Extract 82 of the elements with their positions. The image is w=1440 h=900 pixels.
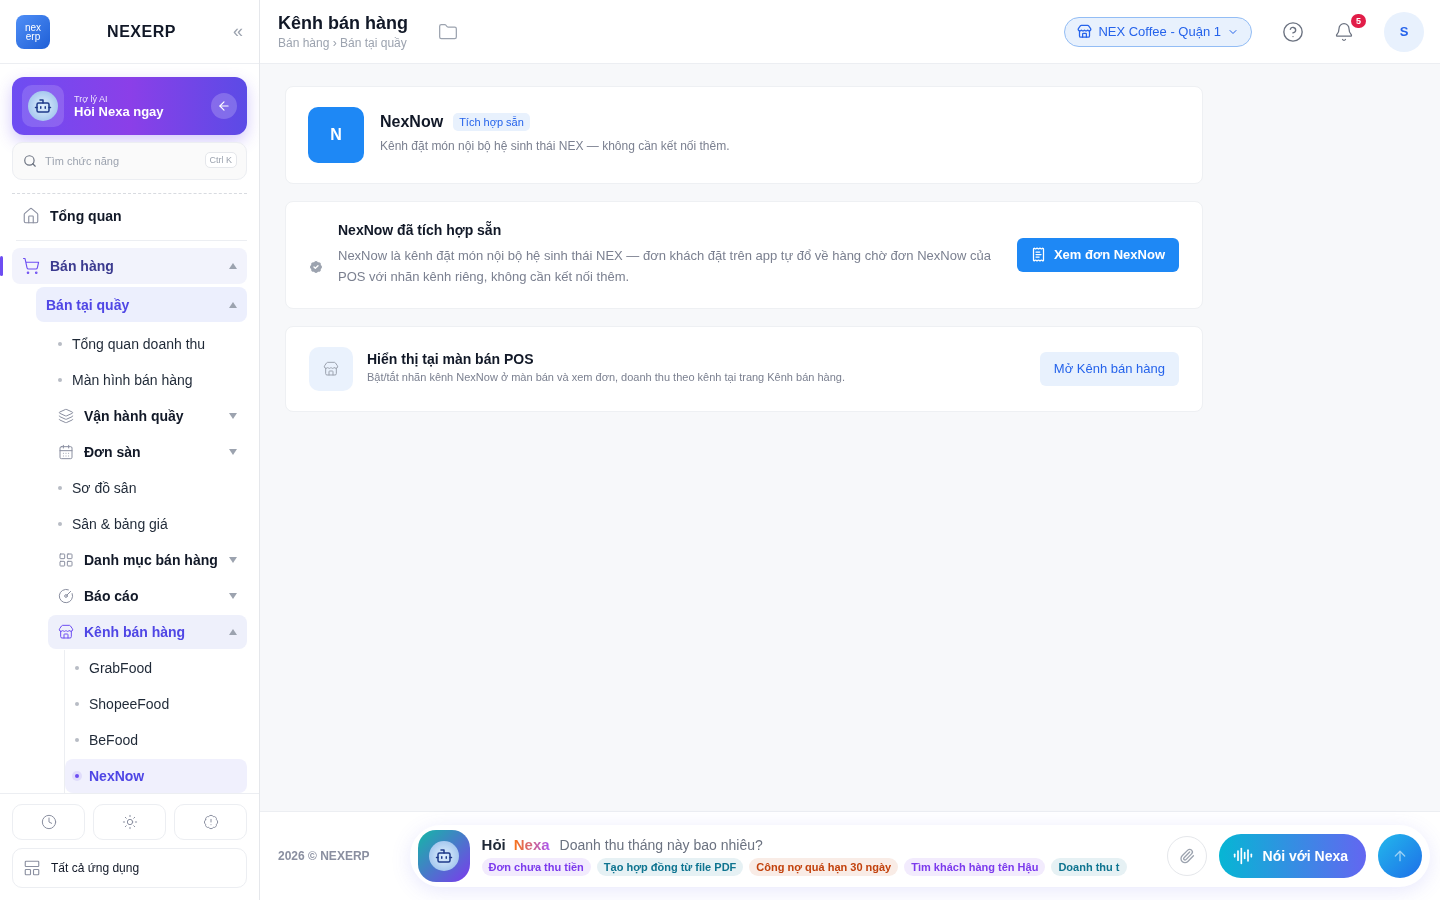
help-button[interactable] [1282,20,1304,43]
ai-caption: Trợ lý AI [74,93,109,104]
tool-button[interactable] [174,804,247,840]
search-icon [23,154,37,168]
shortcut-hint: Ctrl K [204,152,237,168]
layers-icon [58,408,74,424]
caret-up-icon [229,263,237,269]
caret-up-icon [229,629,237,635]
pos-text: Bật/tắt nhãn kênh NexNow ở màn bán và xem đơn, doanh thu theo kênh tại trang Kênh bán hàng. [367,369,846,385]
gauge-icon [58,588,74,604]
sidebar-item[interactable]: ShopeeFood [65,687,247,721]
ask-label: Hỏi [481,836,506,853]
page-title: Kênh bán hàng [278,13,408,34]
sidebar-item[interactable]: Sân & bảng giá [48,507,247,541]
sidebar-item[interactable]: Báo cáo [48,579,247,613]
channel-name: NexNow [380,113,444,132]
sidebar-item[interactable]: GrabFood [65,651,247,685]
suggestion-chip[interactable]: Tìm khách hàng tên Hậu [904,858,1046,876]
open-channels-button[interactable]: Mở Kênh bán hàng [1039,351,1179,386]
sidebar-item[interactable]: Bán tại quầy [36,287,247,322]
attach-button[interactable] [1166,836,1207,876]
caret-down-icon [229,449,237,455]
apps-icon [23,859,41,877]
ai-title: Hỏi Nexa ngay [74,103,165,119]
clock-icon [40,814,57,830]
store-icon [309,346,353,391]
active-marker [0,256,3,276]
notification-count: 5 [1351,13,1366,28]
brand-name: NEXERP [106,22,177,41]
send-button[interactable] [1378,834,1422,878]
logo: nex erp [16,14,50,49]
sidebar-item[interactable]: Kênh bán hàng [48,615,247,649]
suggestion-chip[interactable]: Đơn chưa thu tiền [481,858,591,876]
sidebar-item[interactable]: Tổng quan [12,198,247,234]
sidebar-item[interactable]: Tổng quan doanh thu [48,327,247,361]
sidebar-item[interactable]: Đơn sàn [48,435,247,469]
view-orders-button[interactable]: Xem đơn NexNow [1016,237,1179,272]
status-text: NexNow là kênh đặt món nội bộ hệ sinh thái NEX — đơn khách đặt trên app tự đổ về hàng chờ đơn NexNow của POS với nhãn kênh riêng, không cần kết nối thêm. [338,247,992,286]
receipt-icon [1030,247,1046,263]
grid-icon [58,552,74,568]
house-icon [22,207,40,225]
all-apps-button[interactable]: Tất cả ứng dụng [12,848,247,888]
check-badge-icon [308,258,324,275]
breadcrumb: Bán hàng › Bán tại quầy [278,36,408,50]
sun-icon [121,814,138,830]
channel-logo: N [308,107,364,163]
pos-title: Hiển thị tại màn bán POS [367,350,535,367]
robot-avatar [417,830,470,882]
copyright: 2026 © NEXERP [278,849,370,863]
caret-down-icon [229,413,237,419]
caret-up-icon [229,301,237,308]
robot-icon [28,91,58,121]
calendar-icon [58,444,74,460]
status-tag: Tích hợp sẵn [453,113,530,132]
notification-button[interactable] [1334,21,1354,42]
channel-description: Kênh đặt món nội bộ hệ sinh thái NEX — không cần kết nối thêm. [380,138,731,156]
waveform-icon [1232,846,1253,866]
folder-icon[interactable] [438,21,458,42]
sidebar-item[interactable]: Sơ đồ sân [48,471,247,505]
sidebar-item[interactable]: BeFood [65,723,247,757]
sidebar-item[interactable]: Màn hình bán hàng [48,363,247,397]
cart-icon [22,257,40,275]
tool-button[interactable] [12,804,85,840]
alert-icon [202,814,219,830]
store-icon [1077,24,1093,39]
store-icon [58,624,74,640]
paperclip-icon [1178,848,1195,864]
caret-down-icon [229,557,237,563]
suggestion-chip[interactable]: Doanh thu t [1051,858,1127,876]
status-title: NexNow đã tích hợp sẵn [338,222,503,238]
arrow-button[interactable] [211,93,237,119]
caret-down-icon [229,593,237,599]
sidebar-item[interactable]: Danh mục bán hàng [48,543,247,577]
sidebar-item[interactable]: NexNow [65,759,247,793]
ai-assistant-card[interactable]: Trợ lý AI Hỏi Nexa ngay [12,77,247,135]
sidebar-item[interactable]: Vận hành quầy [48,399,247,433]
user-avatar[interactable]: S [1384,11,1424,52]
arrow-left-icon [217,99,231,113]
voice-button[interactable]: Nói với Nexa [1218,834,1366,878]
branch-selector[interactable]: NEX Coffee - Quận 1 [1064,16,1252,47]
suggestion-chip[interactable]: Tạo hợp đồng từ file PDF [596,858,744,876]
suggestion-chip[interactable]: Công nợ quá hạn 30 ngày [749,858,899,876]
